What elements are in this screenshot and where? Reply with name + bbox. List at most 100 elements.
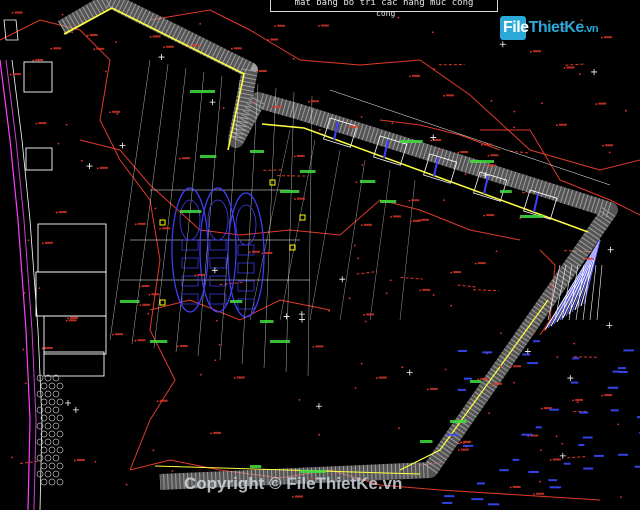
elevation-label	[44, 346, 53, 349]
stone-pattern	[52, 422, 60, 430]
elevation-dot	[430, 139, 433, 142]
elevation-label	[68, 319, 77, 322]
vessel-compartment	[209, 239, 227, 251]
annotation-text	[470, 380, 482, 383]
vessel-compartment	[209, 257, 227, 269]
elevation-label	[197, 273, 206, 276]
elevation-dot	[513, 381, 516, 384]
elevation-dot	[491, 383, 493, 386]
annotation-text	[250, 150, 265, 153]
survey-cross	[209, 99, 216, 106]
building-outline	[25, 147, 53, 171]
contour-dash	[263, 169, 283, 171]
elevation-dot	[214, 359, 217, 362]
elevation-dot	[549, 459, 552, 461]
elevation-dot	[267, 39, 270, 41]
elevation-dot	[620, 496, 622, 499]
mooring-point	[159, 219, 166, 226]
dimension-line	[219, 79, 241, 361]
water-mark	[617, 367, 626, 370]
elevation-label	[552, 458, 561, 461]
water-mark	[563, 462, 571, 465]
annotation-text	[400, 140, 423, 143]
survey-cross	[559, 452, 566, 459]
elevation-dot	[318, 433, 320, 436]
elevation-label	[320, 24, 329, 27]
vessel-compartment	[209, 275, 227, 287]
elevation-dot	[540, 407, 543, 410]
elevation-dot	[10, 456, 13, 459]
elevation-dot	[61, 13, 64, 16]
elevation-label	[310, 100, 319, 103]
elevation-label	[585, 257, 594, 260]
elevation-label	[575, 398, 584, 401]
stone-pattern	[48, 462, 56, 470]
elevation-dot	[138, 285, 141, 288]
elevation-dot	[573, 342, 576, 345]
road-box	[3, 19, 19, 41]
elevation-dot	[385, 292, 388, 295]
water-mark	[457, 388, 467, 391]
elevation-dot	[539, 449, 542, 452]
vessel-compartment	[237, 262, 255, 274]
building-outline	[23, 61, 53, 93]
elevation-label	[179, 344, 188, 347]
survey-cross	[315, 403, 322, 410]
elevation-dot	[533, 493, 535, 496]
elevation-dot	[490, 99, 493, 102]
elevation-dot	[397, 16, 400, 19]
dimension-line	[285, 91, 295, 373]
stone-pattern	[44, 470, 52, 478]
elevation-dot	[199, 373, 202, 376]
elevation-dot	[513, 126, 515, 129]
elevation-label	[96, 47, 105, 50]
elevation-dot	[176, 345, 179, 348]
elevation-dot	[194, 274, 197, 277]
water-mark	[594, 454, 604, 457]
elevation-dot	[443, 199, 446, 202]
elevation-dot	[11, 12, 14, 14]
water-mark	[610, 409, 619, 412]
elevation-dot	[148, 293, 151, 296]
elevation-dot	[71, 31, 74, 34]
annotation-text	[190, 90, 216, 93]
elevation-dot	[354, 387, 357, 389]
elevation-dot	[458, 449, 460, 452]
elevation-dot	[294, 198, 296, 201]
stone-pattern	[36, 406, 44, 414]
elevation-dot	[500, 332, 502, 335]
elevation-dot	[115, 41, 118, 43]
dimension-line	[263, 87, 277, 369]
water-mark	[618, 370, 628, 373]
stone-pattern	[52, 406, 60, 414]
water-mark	[527, 362, 539, 365]
dimension-line	[197, 75, 223, 357]
elevation-dot	[41, 347, 44, 350]
elevation-label	[350, 125, 359, 128]
stone-pattern	[56, 446, 64, 454]
elevation-label	[483, 143, 492, 146]
elevation-dot	[230, 47, 233, 50]
elevation-dot	[364, 320, 367, 323]
elevation-dot	[576, 401, 579, 403]
elevation-dot	[55, 211, 58, 214]
elevation-label	[213, 431, 222, 434]
stone-pattern	[52, 390, 60, 398]
elevation-dot	[541, 102, 543, 105]
elevation-dot	[80, 159, 83, 162]
elevation-dot	[292, 57, 295, 60]
elevation-dot	[159, 227, 161, 230]
water-mark	[476, 482, 485, 485]
annotation-text	[230, 300, 243, 303]
dimension-line	[339, 159, 366, 321]
elevation-label	[463, 440, 472, 443]
elevation-dot	[86, 34, 89, 37]
annotation-text	[300, 170, 316, 173]
dimension-line	[307, 95, 313, 377]
elevation-dot	[261, 252, 264, 255]
elevation-label	[393, 215, 402, 218]
elevation-dot	[485, 165, 488, 167]
water-mark	[446, 433, 459, 436]
elevation-label	[151, 293, 160, 296]
stone-pattern	[36, 454, 44, 462]
